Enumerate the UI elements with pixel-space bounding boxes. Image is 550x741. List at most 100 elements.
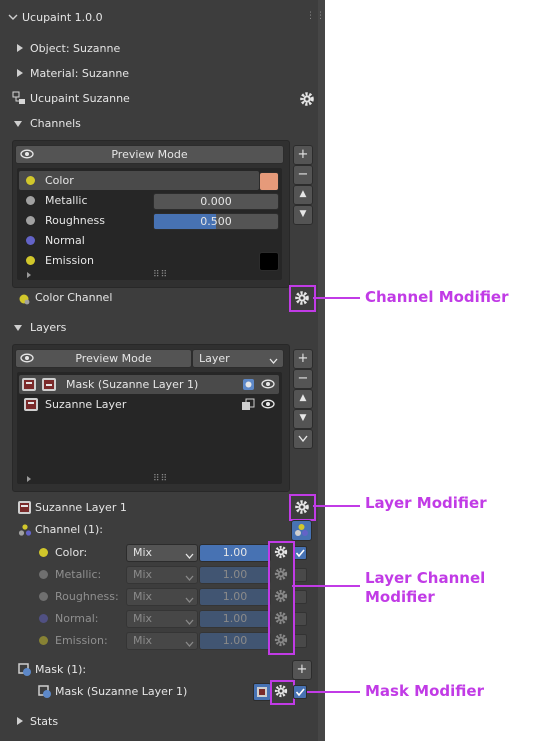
intensity-value-field[interactable]: 1.00 — [199, 544, 271, 562]
roughness-value-field[interactable]: 0.500 — [153, 213, 279, 230]
channel-name[interactable]: Color — [45, 174, 74, 188]
move-up-button[interactable]: ▲ — [293, 185, 313, 205]
channel-enable-checkbox[interactable] — [293, 612, 307, 626]
channel-socket-icon — [26, 216, 35, 225]
remove-channel-button[interactable]: − — [293, 165, 313, 185]
color-swatch[interactable] — [259, 172, 279, 191]
list-resize-handle-icon[interactable]: ⠿⠿ — [153, 474, 168, 484]
channel-enable-checkbox[interactable] — [293, 546, 307, 560]
channels-preview-mode-button[interactable]: Preview Mode — [15, 145, 284, 164]
move-up-button[interactable]: ▲ — [293, 389, 313, 409]
channel-socket-icon — [39, 570, 48, 579]
stats-row[interactable]: Stats — [30, 715, 58, 729]
channels-icon — [18, 523, 32, 537]
mask-enable-checkbox[interactable] — [293, 685, 307, 699]
channel-name[interactable]: Emission — [45, 254, 94, 268]
object-row[interactable]: Object: Suzanne — [30, 42, 120, 56]
list-filter-arrow-icon[interactable] — [27, 272, 31, 278]
layers-preview-mode-button[interactable]: Preview Mode — [15, 349, 192, 368]
color-swatch[interactable] — [259, 252, 279, 271]
mask-name[interactable]: Mask (Suzanne Layer 1) — [55, 685, 187, 699]
gear-icon[interactable] — [292, 497, 312, 517]
layer-channel-modifier-annotation-line2: Modifier — [365, 588, 435, 606]
dropdown-value: Mix — [133, 634, 153, 647]
intensity-value-field[interactable]: 1.00 — [199, 566, 271, 584]
channel-socket-icon — [39, 592, 48, 601]
move-down-button[interactable]: ▼ — [293, 205, 313, 225]
channel-enable-checkbox[interactable] — [293, 590, 307, 604]
chevron-down-icon — [185, 616, 194, 629]
channel-header: Channel (1): — [35, 523, 103, 536]
channel-socket-icon — [39, 636, 48, 645]
channel-name[interactable]: Roughness — [45, 214, 105, 228]
collapse-arrow-icon[interactable] — [14, 121, 22, 127]
dropdown-value: Layer — [199, 352, 230, 365]
layer-name[interactable]: Mask (Suzanne Layer 1) — [66, 378, 198, 392]
mask-type-icon[interactable] — [242, 378, 255, 391]
value-text: 1.00 — [222, 612, 248, 625]
layers-header[interactable]: Layers — [30, 321, 66, 335]
value-text: 0.000 — [200, 195, 232, 208]
channel-socket-icon — [26, 236, 35, 245]
gear-icon[interactable] — [272, 682, 290, 700]
intensity-value-field[interactable]: 1.00 — [199, 632, 271, 650]
drag-handle-icon[interactable]: ⋮⋮ — [306, 11, 326, 21]
dropdown-value: Mix — [133, 612, 153, 625]
move-down-button[interactable]: ▼ — [293, 409, 313, 429]
add-channel-button[interactable]: + — [293, 145, 313, 165]
channel-name[interactable]: Metallic — [45, 194, 88, 208]
active-layer-label: Suzanne Layer 1 — [35, 501, 127, 514]
eye-icon[interactable] — [261, 398, 275, 413]
blend-mode-dropdown[interactable]: Mix — [126, 566, 198, 584]
channels-toggle-button[interactable] — [291, 520, 312, 541]
eye-icon[interactable] — [261, 378, 275, 393]
mask-image-icon[interactable] — [253, 683, 271, 701]
ucupaint-group-name: Ucupaint Suzanne — [30, 92, 130, 105]
channel-enable-checkbox[interactable] — [293, 568, 307, 582]
mask-header: Mask (1): — [35, 663, 87, 676]
channel-name[interactable]: Normal — [45, 234, 85, 248]
chevron-down-icon[interactable] — [8, 12, 18, 22]
node-tree-icon — [12, 91, 26, 105]
mask-modifier-annotation: Mask Modifier — [365, 682, 484, 700]
preview-type-dropdown[interactable]: Layer — [192, 349, 284, 368]
active-channel-label: Color Channel — [35, 291, 113, 304]
more-options-button[interactable] — [293, 429, 313, 449]
expand-arrow-icon[interactable] — [17, 69, 23, 77]
panel-scrollbar[interactable] — [318, 0, 325, 741]
channel-socket-icon — [39, 548, 48, 557]
layer-channel-name: Roughness: — [55, 590, 119, 603]
layer-channel-name: Metallic: — [55, 568, 102, 581]
channel-enable-checkbox[interactable] — [293, 634, 307, 648]
intensity-value-field[interactable]: 1.00 — [199, 588, 271, 606]
collapse-arrow-icon[interactable] — [14, 325, 22, 331]
intensity-value-field[interactable]: 1.00 — [199, 610, 271, 628]
mask-image-icon — [42, 378, 56, 391]
material-row[interactable]: Material: Suzanne — [30, 67, 129, 81]
blend-mode-dropdown[interactable]: Mix — [126, 632, 198, 650]
dropdown-value: Mix — [133, 590, 153, 603]
gear-icon[interactable] — [297, 89, 317, 109]
layer-channel-name: Color: — [55, 546, 88, 559]
gear-icon[interactable] — [292, 288, 312, 308]
expand-arrow-icon[interactable] — [17, 44, 23, 52]
mask-icon — [38, 685, 52, 699]
add-layer-button[interactable]: + — [293, 349, 313, 369]
channel-socket-icon — [26, 256, 35, 265]
expand-arrow-icon[interactable] — [17, 717, 23, 725]
layer-name[interactable]: Suzanne Layer — [45, 398, 126, 412]
layer-type-icon[interactable] — [241, 398, 255, 411]
blend-mode-dropdown[interactable]: Mix — [126, 544, 198, 562]
value-text: 1.00 — [222, 546, 248, 559]
blend-mode-dropdown[interactable]: Mix — [126, 588, 198, 606]
list-resize-handle-icon[interactable]: ⠿⠿ — [153, 270, 168, 280]
preview-mode-label: Preview Mode — [75, 352, 152, 365]
list-filter-arrow-icon[interactable] — [27, 476, 31, 482]
blend-mode-dropdown[interactable]: Mix — [126, 610, 198, 628]
channel-socket-icon — [26, 196, 35, 205]
add-mask-button[interactable]: + — [292, 660, 312, 680]
channel-color-icon — [18, 293, 30, 305]
remove-layer-button[interactable]: − — [293, 369, 313, 389]
metallic-value-field[interactable]: 0.000 — [153, 193, 279, 210]
channels-header[interactable]: Channels — [30, 117, 81, 131]
